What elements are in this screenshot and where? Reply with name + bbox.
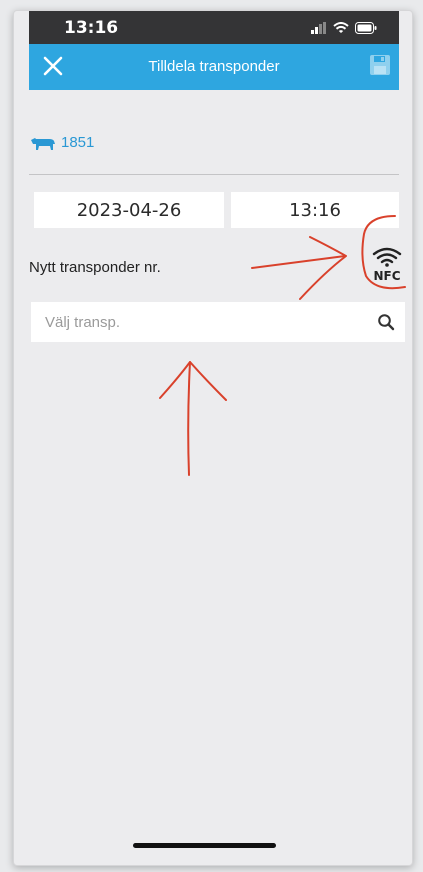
transponder-search-input[interactable] bbox=[31, 301, 377, 343]
date-field[interactable]: 2023-04-26 bbox=[34, 192, 224, 228]
app-bar: Tilldela transponder bbox=[29, 44, 399, 90]
main-content: 1851 2023-04-26 13:16 Nytt transponder n… bbox=[29, 90, 409, 865]
nfc-button[interactable]: NFC bbox=[366, 237, 408, 287]
phone-frame: 13:16 Tilldela transponder 1851 2023-04-… bbox=[13, 10, 413, 866]
transponder-search[interactable] bbox=[31, 301, 405, 343]
save-icon[interactable] bbox=[369, 54, 391, 76]
time-field[interactable]: 13:16 bbox=[231, 192, 399, 228]
wifi-icon bbox=[333, 22, 349, 33]
cellular-signal-icon bbox=[311, 22, 326, 34]
status-bar: 13:16 bbox=[29, 11, 399, 44]
transponder-label: Nytt transponder nr. bbox=[29, 259, 161, 276]
cow-icon bbox=[31, 137, 55, 150]
status-time: 13:16 bbox=[64, 18, 119, 38]
battery-icon bbox=[355, 22, 377, 34]
status-icons bbox=[311, 21, 377, 35]
page-title: Tilldela transponder bbox=[148, 58, 280, 75]
search-icon[interactable] bbox=[377, 313, 395, 331]
nfc-signal-icon bbox=[372, 247, 402, 267]
divider bbox=[29, 174, 399, 175]
animal-number: 1851 bbox=[61, 134, 95, 151]
home-indicator bbox=[133, 843, 276, 848]
animal-link[interactable]: 1851 bbox=[29, 134, 94, 151]
nfc-label: NFC bbox=[373, 269, 400, 283]
